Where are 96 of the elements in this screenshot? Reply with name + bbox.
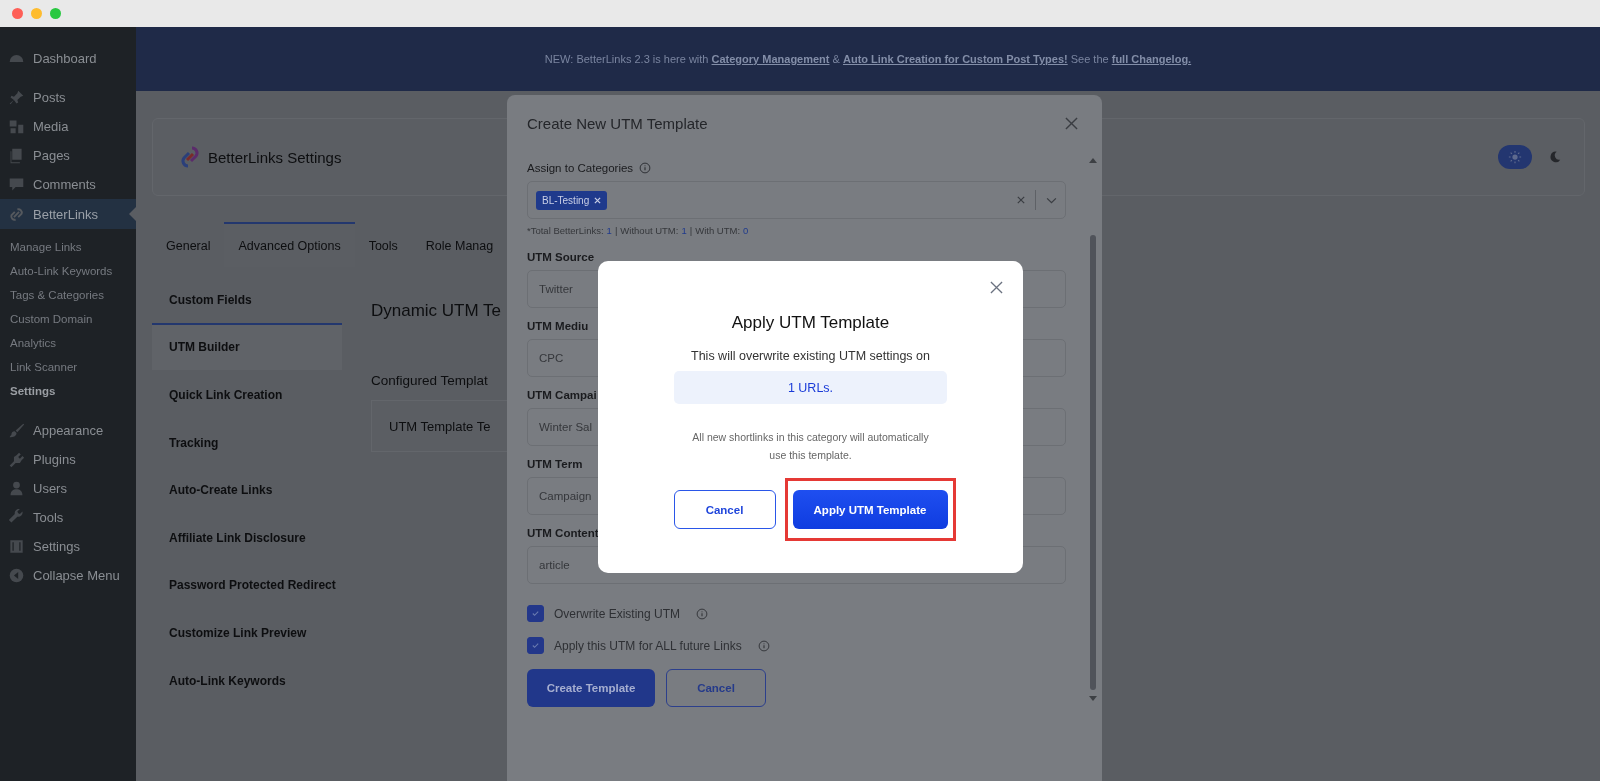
apply-template-button[interactable]: Apply UTM Template — [792, 490, 948, 529]
menu-item[interactable]: Pages — [0, 141, 136, 170]
stat-value: 1 — [681, 225, 687, 236]
field-label: UTM Campai — [527, 389, 597, 401]
stat-label: Without UTM: — [620, 225, 679, 236]
stat-separator: | — [689, 225, 693, 236]
settings-nav-item[interactable]: Password Protected Redirect — [152, 560, 342, 609]
zoom-icon[interactable] — [50, 8, 61, 19]
scroll-up-icon[interactable] — [1089, 157, 1097, 163]
check-icon — [531, 641, 540, 650]
clear-icon[interactable] — [1017, 196, 1025, 204]
menu-item[interactable]: Appearance — [0, 416, 136, 445]
settings-nav-item[interactable]: Auto-Link Keywords — [152, 655, 342, 704]
announcement-text: NEW: BetterLinks 2.3 is here with Category Management & Auto Link Creation for Custom Post Types! See the full Changelog. — [544, 53, 1192, 65]
announcement-link[interactable]: Auto Link Creation for Custom Post Types! — [842, 53, 1068, 65]
announcement-link[interactable]: Category Management — [711, 53, 830, 65]
option-label: Overwrite Existing UTM — [554, 606, 681, 621]
chevron-down-icon[interactable] — [1046, 196, 1057, 204]
settings-nav-item[interactable]: Affiliate Link Disclosure — [152, 512, 342, 561]
media-icon — [8, 118, 25, 135]
pages-icon — [8, 147, 25, 164]
cancel-button[interactable]: Cancel — [673, 490, 776, 529]
submenu-item[interactable]: Analytics — [0, 331, 136, 355]
check-icon — [531, 609, 540, 618]
field-label: UTM Term — [527, 458, 583, 470]
stat-label: With UTM: — [695, 225, 741, 236]
announcement-link[interactable]: full Changelog. — [1111, 53, 1192, 65]
cancel-button[interactable]: Cancel — [666, 669, 766, 707]
menu-item[interactable]: Comments — [0, 170, 136, 199]
collapse-icon — [8, 567, 25, 584]
menu-item[interactable]: Plugins — [0, 445, 136, 474]
stat-label: *Total BetterLinks: — [527, 225, 604, 236]
submenu-item[interactable]: Link Scanner — [0, 355, 136, 379]
sun-icon[interactable] — [1498, 145, 1532, 169]
stat-value: 1 — [606, 225, 612, 236]
submenu-item[interactable]: Settings — [0, 379, 136, 403]
menu-item[interactable]: Settings — [0, 532, 136, 561]
stat-separator: | — [614, 225, 618, 236]
field-label: UTM Mediu — [527, 320, 589, 332]
dialog-note: All new shortlinks in this category will automatically use this template. — [691, 430, 930, 463]
field-label: UTM Source — [527, 251, 595, 263]
section-heading: Dynamic UTM Te — [371, 301, 503, 321]
close-icon[interactable] — [1065, 117, 1078, 130]
stat-value: 0 — [743, 225, 749, 236]
menu-item[interactable]: Collapse Menu — [0, 561, 136, 590]
settings-nav-item[interactable]: Customize Link Preview — [152, 608, 342, 656]
settings-tab[interactable]: General — [152, 222, 225, 267]
settings-nav-item[interactable]: UTM Builder — [152, 322, 342, 371]
info-icon[interactable] — [757, 639, 770, 652]
template-name: UTM Template Te — [389, 418, 491, 434]
field-label: Assign to Categories — [527, 162, 634, 174]
submenu-item[interactable]: Auto-Link Keywords — [0, 259, 136, 283]
submenu-item[interactable]: Custom Domain — [0, 307, 136, 331]
info-icon[interactable] — [639, 162, 652, 174]
checkbox[interactable] — [527, 637, 544, 654]
dialog-message: This will overwrite existing UTM settings on — [691, 349, 930, 363]
settings-tab[interactable]: Role Manag — [411, 222, 508, 267]
settings-nav-item[interactable]: Tracking — [152, 417, 342, 466]
submenu-item[interactable]: Tags & Categories — [0, 283, 136, 307]
chain-logo-icon — [178, 145, 202, 169]
category-select[interactable]: BL-Testing — [527, 181, 1066, 219]
scrollbar[interactable] — [1088, 157, 1098, 702]
dialog-title: Create New UTM Template — [527, 115, 708, 132]
pin-icon — [8, 89, 25, 106]
close-icon[interactable] — [12, 8, 23, 19]
settings-nav-item[interactable]: Custom Fields — [152, 275, 342, 323]
remove-icon[interactable] — [594, 196, 602, 204]
category-tag: BL-Testing — [536, 190, 608, 210]
link-icon — [8, 205, 25, 223]
settings-tab[interactable]: Tools — [354, 222, 412, 267]
comment-icon — [8, 176, 25, 193]
settings-nav-item[interactable]: Quick Link Creation — [152, 370, 342, 418]
scroll-down-icon[interactable] — [1089, 696, 1097, 702]
settings-nav-item[interactable]: Auto-Create Links — [152, 465, 342, 513]
minimize-icon[interactable] — [31, 8, 42, 19]
field-label: UTM Content — [527, 527, 599, 539]
menu-item[interactable]: Posts — [0, 83, 136, 112]
dialog-title: Apply UTM Template — [731, 313, 890, 333]
settings-title: BetterLinks Settings — [208, 148, 342, 166]
menu-item[interactable]: Users — [0, 474, 136, 503]
plug-icon — [8, 451, 25, 468]
create-template-button[interactable]: Create Template — [527, 669, 655, 707]
brush-icon — [8, 422, 25, 439]
checkbox[interactable] — [527, 605, 544, 622]
menu-item[interactable]: Tools — [0, 503, 136, 532]
menu-item[interactable]: Dashboard — [0, 44, 136, 73]
menu-item[interactable]: Media — [0, 112, 136, 141]
submenu-item[interactable]: Manage Links — [0, 235, 136, 259]
info-icon[interactable] — [696, 607, 709, 620]
url-count: 1 URLs. — [674, 371, 947, 404]
user-icon — [8, 480, 25, 497]
menu-item[interactable]: BetterLinks — [0, 199, 136, 229]
option-label: Apply this UTM for ALL future Links — [554, 638, 742, 653]
close-icon[interactable] — [990, 281, 1003, 294]
section-subheading: Configured Templat — [371, 373, 489, 388]
sliders-icon — [8, 538, 25, 555]
